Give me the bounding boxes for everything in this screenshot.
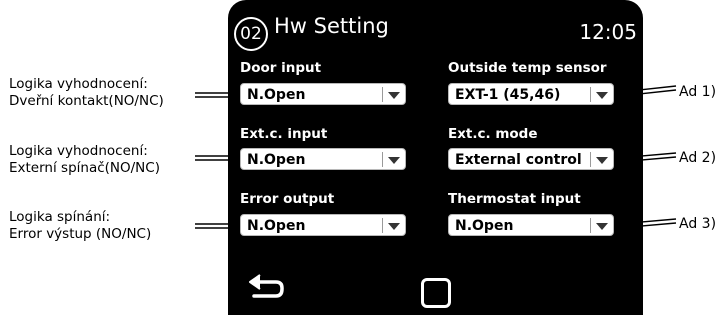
annotation-arrows xyxy=(195,85,677,233)
